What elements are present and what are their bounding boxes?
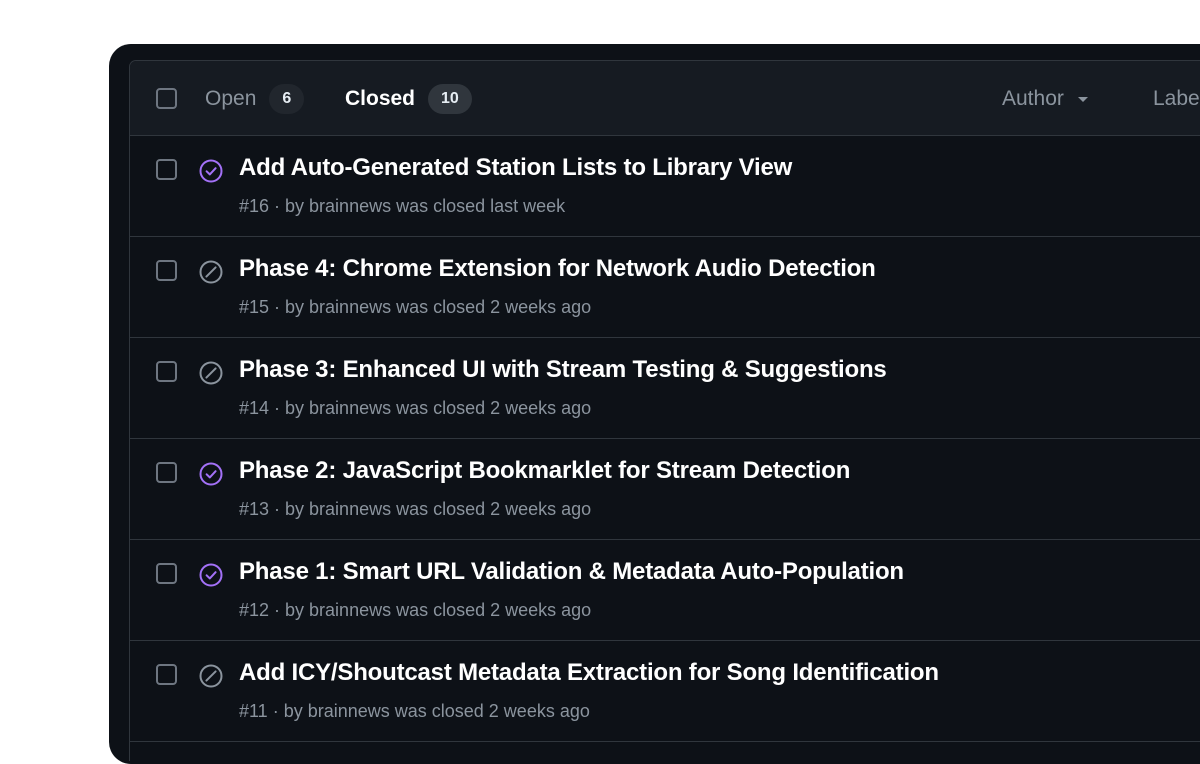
issue-closed-completed-icon [198, 158, 224, 184]
tab-closed-label: Closed [345, 87, 416, 110]
labels-filter-label: Labels [1153, 87, 1200, 110]
open-count-badge: 6 [269, 84, 305, 114]
closed-count-badge: 10 [428, 84, 472, 114]
author-filter-label: Author [1002, 87, 1064, 110]
issue-row[interactable]: Add Auto-Generated Station Lists to Libr… [130, 136, 1200, 237]
issue-closed-completed-icon [198, 461, 224, 487]
issue-meta: #14 · by brainnews was closed 2 weeks ag… [239, 398, 592, 418]
issue-select-checkbox[interactable] [156, 563, 177, 584]
issues-list-header: Open 6 Closed 10 Author Labels [130, 61, 1200, 136]
issue-meta: #11 · by brainnews was closed 2 weeks ag… [239, 701, 590, 721]
issue-row[interactable]: Phase 3: Enhanced UI with Stream Testing… [130, 338, 1200, 439]
issue-title-link[interactable]: Phase 2: JavaScript Bookmarklet for Stre… [239, 457, 850, 485]
chevron-down-icon [1077, 96, 1088, 102]
issue-title-link[interactable]: Add ICY/Shoutcast Metadata Extraction fo… [239, 659, 939, 687]
select-all-checkbox[interactable] [156, 88, 177, 109]
author-filter-dropdown[interactable]: Author [1002, 83, 1088, 115]
issue-title-link[interactable]: Phase 4: Chrome Extension for Network Au… [239, 255, 876, 283]
issue-row[interactable]: Phase 2: JavaScript Bookmarklet for Stre… [130, 439, 1200, 540]
labels-filter-dropdown[interactable]: Labels [1153, 83, 1200, 115]
issue-meta: #12 · by brainnews was closed 2 weeks ag… [239, 600, 592, 620]
issue-closed-completed-icon [198, 562, 224, 588]
issue-closed-not-planned-icon [198, 663, 224, 689]
issue-meta: #16 · by brainnews was closed last week [239, 196, 566, 216]
issues-list: Add Auto-Generated Station Lists to Libr… [130, 136, 1200, 742]
tab-closed-issues[interactable]: Closed 10 [345, 83, 472, 115]
tab-open-issues[interactable]: Open 6 [205, 83, 305, 115]
issue-closed-not-planned-icon [198, 259, 224, 285]
issue-title-link[interactable]: Phase 3: Enhanced UI with Stream Testing… [239, 356, 887, 384]
issue-select-checkbox[interactable] [156, 260, 177, 281]
issue-meta: #13 · by brainnews was closed 2 weeks ag… [239, 499, 592, 519]
issue-select-checkbox[interactable] [156, 361, 177, 382]
issue-select-checkbox[interactable] [156, 462, 177, 483]
issue-closed-not-planned-icon [198, 360, 224, 386]
issue-select-checkbox[interactable] [156, 159, 177, 180]
issue-select-checkbox[interactable] [156, 664, 177, 685]
issue-row[interactable]: Add ICY/Shoutcast Metadata Extraction fo… [130, 641, 1200, 742]
issue-title-link[interactable]: Add Auto-Generated Station Lists to Libr… [239, 154, 792, 182]
issue-row[interactable]: Phase 1: Smart URL Validation & Metadata… [130, 540, 1200, 641]
issue-title-link[interactable]: Phase 1: Smart URL Validation & Metadata… [239, 558, 904, 586]
issue-meta: #15 · by brainnews was closed 2 weeks ag… [239, 297, 592, 317]
issue-row[interactable]: Phase 4: Chrome Extension for Network Au… [130, 237, 1200, 338]
tab-open-label: Open [205, 87, 257, 110]
issues-list-panel: Open 6 Closed 10 Author Labels Add Auto-… [129, 60, 1200, 761]
